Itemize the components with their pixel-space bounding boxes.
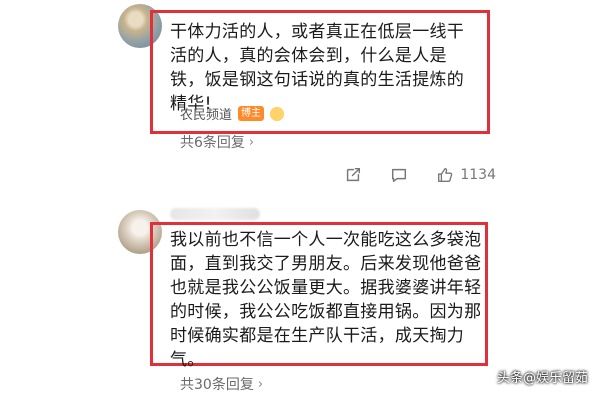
author-badge: 博主 [238,106,265,121]
watermark-text: 头条@娱乐留茹 [496,371,588,386]
action-bar: 1134 [344,166,496,184]
comment-icon [392,168,407,183]
share-button[interactable] [344,166,362,184]
comment-meta: 农民频道 博主 [180,104,285,123]
thumbs-up-icon [438,168,453,182]
share-icon [347,167,361,182]
chevron-right-icon: › [248,134,255,150]
chevron-right-icon: › [257,376,264,392]
replies-label: 共30条回复 [180,377,254,393]
comment-text: 我以前也不信一个人一次能吃这么多袋泡面，直到我交了男朋友。后来发现他爸爸也就是我… [170,230,482,370]
view-replies-button[interactable]: 共30条回复 › [180,374,263,394]
comment-text: 干体力活的人，或者真正在低层一线干活的人，真的会体会到，什么是人是铁，饭是钢这句… [170,22,465,114]
like-count: 1134 [460,167,496,183]
emoji-icon [270,106,285,121]
replies-label: 共6条回复 [180,135,245,151]
view-replies-button[interactable]: 共6条回复 › [180,132,254,152]
comment-button[interactable] [390,166,408,184]
comment-item: 干体力活的人，或者真正在低层一线干活的人，真的会体会到，什么是人是铁，饭是钢这句… [0,0,600,200]
watermark: 头条@娱乐留茹 [497,367,588,386]
like-button[interactable]: 1134 [436,166,496,184]
author-name-blurred [170,208,260,220]
author-name[interactable]: 农民频道 [180,104,232,123]
